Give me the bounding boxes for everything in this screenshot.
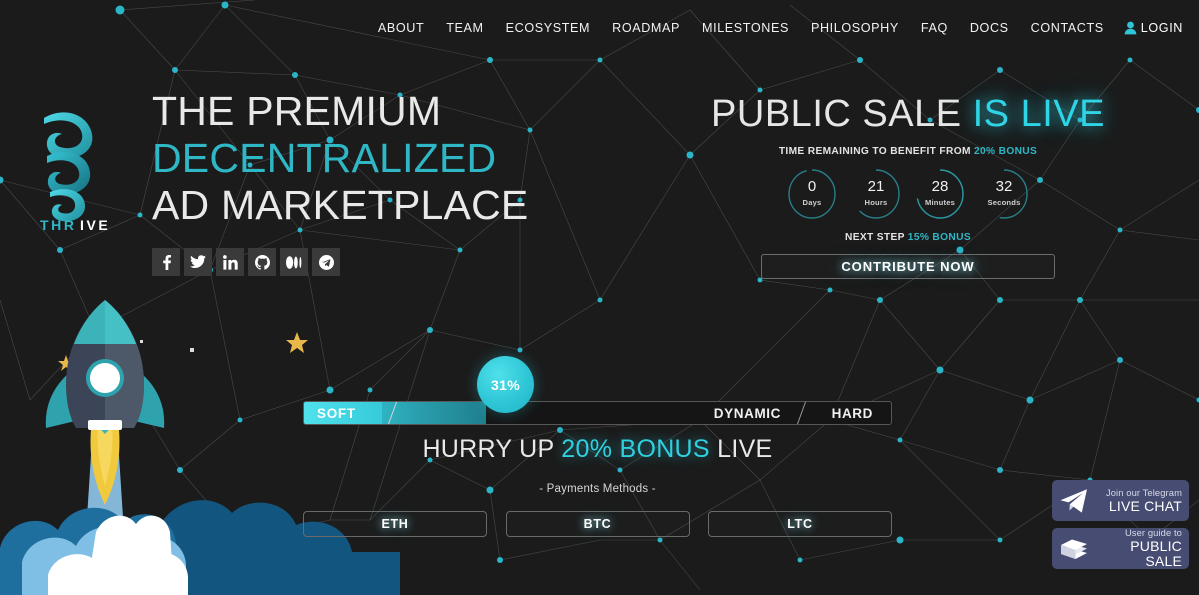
logo-mark — [44, 112, 93, 222]
nav-item-about[interactable]: ABOUT — [367, 15, 435, 41]
countdown-timer: 0 Days 21 Hours 28 Minutes 32 Seconds — [688, 168, 1128, 220]
bonus-headline-amount: 20% BONUS — [561, 435, 710, 463]
live-chat-text: Join our Telegram LIVE CHAT — [1095, 486, 1182, 514]
nav-item-roadmap[interactable]: ROADMAP — [601, 15, 691, 41]
github-icon — [254, 254, 270, 270]
countdown-unit-hours: 21 Hours — [847, 168, 905, 220]
telegram-plane-icon — [1060, 488, 1087, 513]
sale-title-main: PUBLIC SALE — [711, 93, 973, 135]
main-navigation: ABOUT TEAM ECOSYSTEM ROADMAP MILESTONES … — [0, 0, 1199, 56]
bonus-headline-prefix: HURRY UP — [422, 435, 562, 463]
nav-item-docs[interactable]: DOCS — [959, 15, 1020, 41]
countdown-label-seconds: Seconds — [987, 198, 1021, 207]
nav-item-faq[interactable]: FAQ — [910, 15, 959, 41]
logo-wordmark: THR IVE — [40, 217, 110, 233]
next-step-prefix: NEXT STEP — [845, 232, 908, 243]
guide-top-label: User guide to — [1124, 527, 1182, 539]
public-sale-guide-text: User guide to PUBLIC SALE — [1095, 528, 1182, 568]
brand-logo[interactable]: THR IVE — [14, 100, 134, 235]
nav-item-contacts[interactable]: CONTACTS — [1020, 15, 1115, 41]
dynamic-hard-divider — [796, 402, 807, 424]
countdown-label-hours: Hours — [864, 198, 888, 207]
dynamic-cap-label: DYNAMIC — [713, 405, 781, 421]
payments-methods-label: - Payments Methods - — [539, 483, 656, 495]
next-step-bonus: 15% BONUS — [907, 232, 971, 243]
twitter-icon — [190, 255, 206, 268]
social-link-github[interactable] — [248, 248, 276, 276]
login-label: LOGIN — [1140, 21, 1183, 35]
nav-item-team[interactable]: TEAM — [435, 15, 494, 41]
hero-left: THE PREMIUM DECENTRALIZED AD MARKETPLACE — [152, 88, 672, 276]
headline-line-3: AD MARKETPLACE — [152, 182, 529, 228]
time-remaining-bonus: 20% BONUS — [974, 146, 1038, 157]
live-chat-widget[interactable]: Join our Telegram LIVE CHAT — [1052, 480, 1189, 521]
facebook-icon — [162, 254, 171, 270]
nav-item-milestones[interactable]: MILESTONES — [691, 15, 800, 41]
nav-item-philosophy[interactable]: PHILOSOPHY — [800, 15, 910, 41]
landing-page: THR IVE ABOUT TEAM ECOSYSTEM ROADMAP MIL… — [0, 0, 1199, 595]
svg-text:IVE: IVE — [80, 217, 110, 233]
social-link-facebook[interactable] — [152, 248, 180, 276]
contribute-now-button[interactable]: CONTRIBUTE NOW — [761, 254, 1055, 279]
countdown-value-hours: 21 — [867, 178, 885, 195]
countdown-value-seconds: 32 — [995, 178, 1013, 195]
bonus-headline-suffix: LIVE — [709, 435, 773, 463]
social-link-linkedin[interactable] — [216, 248, 244, 276]
live-chat-top-label: Join our Telegram — [1105, 486, 1182, 498]
headline-line-1: THE PREMIUM — [152, 88, 442, 134]
countdown-unit-minutes: 28 Minutes — [911, 168, 969, 220]
sale-title: PUBLIC SALE IS LIVE — [688, 88, 1128, 140]
countdown-unit-seconds: 32 Seconds — [975, 168, 1033, 220]
payment-button-btc[interactable]: BTC — [505, 511, 690, 537]
login-button[interactable]: LOGIN — [1115, 21, 1185, 35]
next-step-label: NEXT STEP 15% BONUS — [688, 232, 1128, 243]
countdown-unit-days: 0 Days — [783, 168, 841, 220]
guide-bottom-label: PUBLIC SALE — [1130, 538, 1182, 569]
countdown-label-days: Days — [802, 198, 822, 207]
payment-button-eth[interactable]: ETH — [303, 511, 487, 537]
payment-button-ltc[interactable]: LTC — [708, 511, 892, 537]
funding-progress-bar[interactable]: SOFT DYNAMIC HARD — [303, 401, 892, 425]
headline-line-2: DECENTRALIZED — [152, 135, 497, 181]
books-icon — [1061, 539, 1087, 559]
linkedin-icon — [222, 254, 238, 270]
bonus-headline: HURRY UP 20% BONUS LIVE — [303, 435, 892, 464]
public-sale-guide-widget[interactable]: User guide to PUBLIC SALE — [1052, 528, 1189, 569]
nav-item-ecosystem[interactable]: ECOSYSTEM — [495, 15, 601, 41]
time-remaining-label: TIME REMAINING TO BENEFIT FROM 20% BONUS — [688, 146, 1128, 157]
soft-cap-label: SOFT — [304, 402, 382, 424]
sale-title-live: IS LIVE — [972, 93, 1105, 135]
progress-percent-bubble[interactable]: 31% — [477, 356, 534, 413]
social-link-telegram[interactable] — [312, 248, 340, 276]
live-chat-bottom-label: LIVE CHAT — [1108, 497, 1182, 514]
countdown-value-minutes: 28 — [931, 178, 949, 195]
payment-methods: ETH BTC LTC — [303, 511, 892, 537]
medium-icon — [286, 255, 302, 269]
svg-text:THR: THR — [40, 217, 77, 233]
countdown-label-minutes: Minutes — [924, 198, 956, 207]
hard-cap-label: HARD — [831, 405, 873, 421]
user-icon — [1124, 21, 1137, 35]
countdown-value-days: 0 — [807, 178, 817, 195]
public-sale-panel: PUBLIC SALE IS LIVE TIME REMAINING TO BE… — [688, 88, 1128, 279]
social-link-medium[interactable] — [280, 248, 308, 276]
time-remaining-prefix: TIME REMAINING TO BENEFIT FROM — [778, 146, 974, 157]
telegram-icon — [318, 254, 334, 270]
social-links — [152, 248, 672, 276]
social-link-twitter[interactable] — [184, 248, 212, 276]
floating-widgets: Join our Telegram LIVE CHAT User guide t… — [1052, 480, 1189, 569]
